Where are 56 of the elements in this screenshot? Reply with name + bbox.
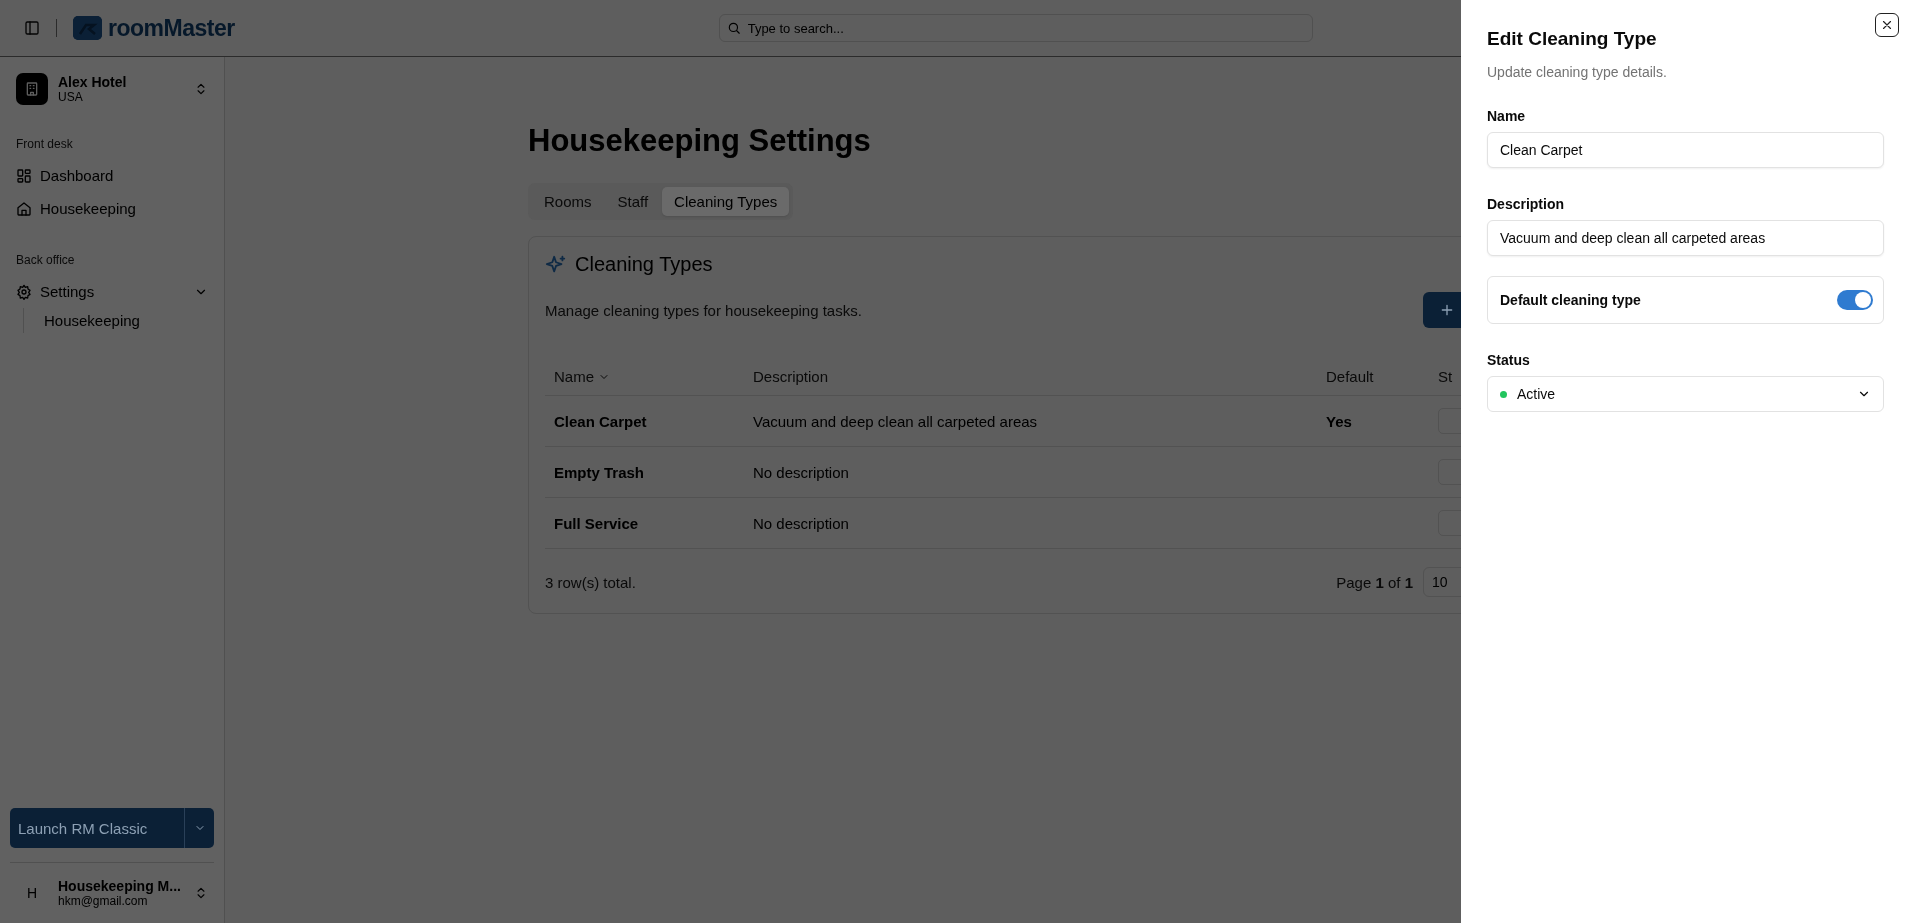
nav-item[interactable]: Dashboard bbox=[10, 159, 214, 192]
table-cell: Full Service bbox=[554, 514, 639, 532]
field-label: Status bbox=[1487, 352, 1531, 368]
status-select[interactable]: Active bbox=[1487, 376, 1884, 412]
logo-icon bbox=[73, 16, 102, 40]
property-switcher[interactable]: Alex Hotel USA bbox=[10, 69, 214, 109]
table-cell: Vacuum and deep clean all carpeted areas bbox=[753, 412, 1038, 430]
launch-button[interactable]: Launch RM Classic bbox=[10, 819, 184, 837]
table-cell: No description bbox=[753, 463, 849, 481]
close-button[interactable] bbox=[1875, 13, 1899, 37]
field-label: Description bbox=[1487, 196, 1565, 212]
search-field[interactable]: Type to search... bbox=[718, 14, 1313, 42]
column-header: St bbox=[1438, 368, 1453, 385]
section-label: Front desk bbox=[15, 137, 74, 151]
gear-icon bbox=[16, 283, 32, 300]
column-header: Description bbox=[753, 368, 829, 385]
sidebar-toggle-button[interactable] bbox=[24, 20, 40, 36]
grid-icon bbox=[16, 167, 32, 184]
tab[interactable]: Rooms bbox=[532, 187, 604, 216]
column-header[interactable]: Name bbox=[554, 368, 610, 385]
table-cell: Empty Trash bbox=[554, 463, 645, 481]
plus-icon bbox=[1439, 302, 1455, 318]
tab[interactable]: Cleaning Types bbox=[662, 187, 790, 216]
property-country: USA bbox=[58, 90, 84, 104]
nav-item[interactable]: Housekeeping bbox=[10, 192, 214, 225]
user-avatar: H bbox=[25, 884, 39, 903]
panel-subtitle: Update cleaning type details. bbox=[1487, 64, 1668, 80]
page-title: Housekeeping Settings bbox=[528, 123, 872, 159]
tab[interactable]: Staff bbox=[605, 187, 661, 216]
logo-text: roomMaster bbox=[108, 14, 235, 42]
building-icon bbox=[24, 81, 40, 97]
text-field[interactable]: Clean Carpet bbox=[1487, 132, 1884, 168]
card-title: Cleaning Types bbox=[575, 253, 713, 276]
user-menu[interactable]: H Housekeeping M... hkm@gmail.com bbox=[10, 862, 214, 913]
table-cell: Yes bbox=[1326, 412, 1352, 430]
nav-item[interactable]: Settings bbox=[10, 275, 214, 308]
search-icon bbox=[726, 21, 741, 35]
house-icon bbox=[16, 200, 32, 217]
close-icon bbox=[1880, 18, 1894, 32]
switch-label: Default cleaning type bbox=[1500, 292, 1641, 308]
table-cell: No description bbox=[753, 514, 849, 532]
row-count: 3 row(s) total. bbox=[545, 573, 636, 591]
toggle-switch[interactable] bbox=[1837, 290, 1873, 310]
section-label: Back office bbox=[15, 253, 76, 267]
panel-icon bbox=[24, 20, 40, 36]
page-indicator: Page 1 of 1 bbox=[1336, 573, 1413, 591]
field-label: Name bbox=[1487, 108, 1527, 124]
user-email: hkm@gmail.com bbox=[58, 894, 149, 908]
column-header: Default bbox=[1326, 368, 1374, 385]
text-field[interactable]: Vacuum and deep clean all carpeted areas bbox=[1487, 220, 1884, 256]
card-description: Manage cleaning types for housekeeping tasks. bbox=[545, 301, 862, 319]
table-cell: Clean Carpet bbox=[554, 412, 647, 430]
nav-subitem[interactable]: Housekeeping bbox=[38, 308, 214, 333]
panel-title: Edit Cleaning Type bbox=[1487, 28, 1657, 50]
property-name: Alex Hotel bbox=[58, 74, 128, 90]
user-name: Housekeeping M... bbox=[58, 878, 182, 894]
